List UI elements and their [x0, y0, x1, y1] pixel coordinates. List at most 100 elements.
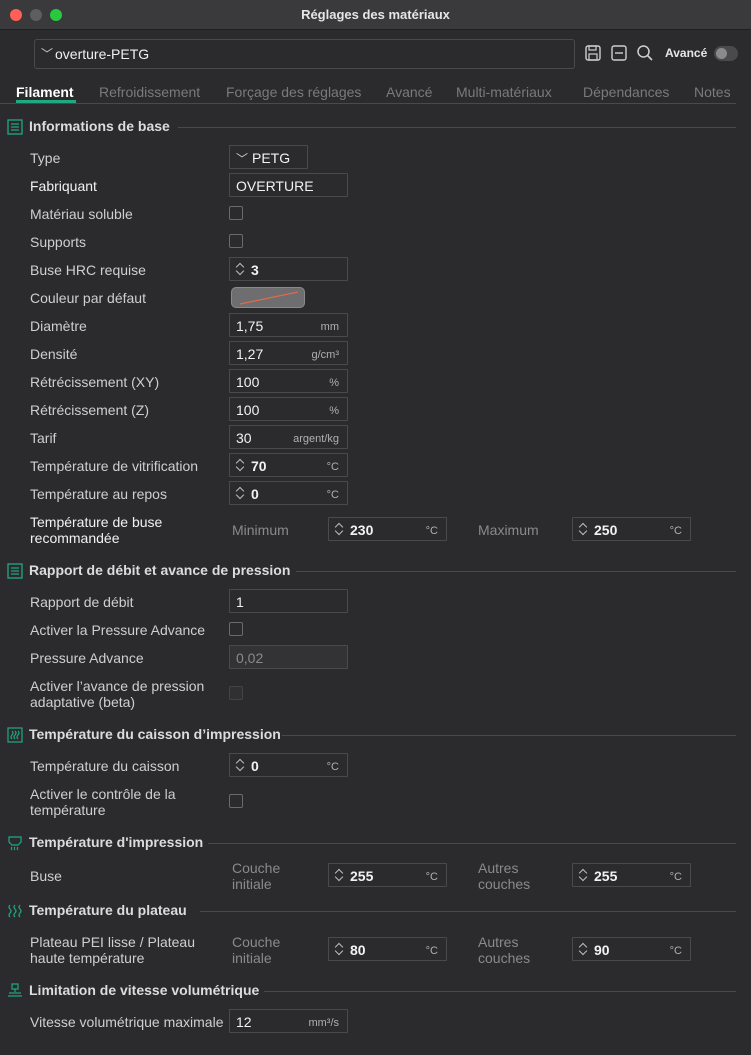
nozzle-min-stepper[interactable]: 230 °C — [328, 517, 447, 541]
cost-unit: argent/kg — [293, 433, 339, 445]
default-color-label: Couleur par défaut — [30, 290, 146, 306]
tab-advanced[interactable]: Avancé — [386, 84, 432, 100]
pa-enable-checkbox[interactable] — [229, 622, 243, 636]
diameter-value: 1,75 — [236, 318, 264, 334]
bed-initial-stepper[interactable]: 80 °C — [328, 937, 447, 961]
stepper-arrows-icon[interactable] — [334, 521, 344, 537]
nozzle-max-value: 250 — [594, 522, 618, 538]
bed-initial-value: 80 — [350, 942, 366, 958]
stepper-arrows-icon[interactable] — [235, 757, 245, 773]
search-icon[interactable] — [636, 44, 654, 62]
print-other-value: 255 — [594, 868, 618, 884]
section-divider — [264, 991, 736, 992]
glass-temp-stepper[interactable]: 70 °C — [229, 453, 348, 477]
section-volumetric: Limitation de vitesse volumétrique — [0, 981, 736, 1001]
type-value: PETG — [252, 150, 291, 166]
tab-notes[interactable]: Notes — [694, 84, 731, 100]
print-other-stepper[interactable]: 255 °C — [572, 863, 691, 887]
supports-checkbox[interactable] — [229, 234, 243, 248]
bed-other-unit: °C — [669, 945, 682, 957]
nozzle-min-unit: °C — [425, 525, 438, 537]
print-initial-unit: °C — [425, 871, 438, 883]
shrink-z-input[interactable]: 100 % — [229, 397, 348, 421]
adaptive-pa-checkbox[interactable] — [229, 686, 243, 700]
density-value: 1,27 — [236, 346, 264, 362]
print-initial-layer-label: Couche initiale — [232, 860, 281, 892]
cost-value: 30 — [236, 430, 252, 446]
stepper-arrows-icon[interactable] — [334, 941, 344, 957]
section-title: Rapport de débit et avance de pression — [29, 562, 291, 578]
nozzle-recommended-label: Température de buse recommandée — [30, 514, 163, 546]
pa-enable-label: Activer la Pressure Advance — [30, 622, 206, 638]
tab-dependencies[interactable]: Dépendances — [583, 84, 669, 100]
color-swatch-icon — [239, 291, 299, 305]
max-volumetric-unit: mm³/s — [308, 1017, 339, 1029]
stepper-arrows-icon[interactable] — [235, 485, 245, 501]
min-label: Minimum — [232, 522, 289, 538]
plate-type-label: Plateau PEI lisse / Plateau haute tempér… — [30, 934, 195, 966]
stepper-arrows-icon[interactable] — [578, 521, 588, 537]
chamber-temp-unit: °C — [326, 761, 339, 773]
chamber-temp-value: 0 — [251, 758, 259, 774]
default-color-button[interactable] — [231, 287, 305, 308]
window-titlebar: Réglages des matériaux — [0, 0, 751, 30]
chamber-temp-stepper[interactable]: 0 °C — [229, 753, 348, 777]
density-unit: g/cm³ — [311, 349, 340, 361]
section-title: Température du plateau — [29, 902, 187, 918]
nozzle-min-value: 230 — [350, 522, 374, 538]
section-print-temp: Température d'impression — [0, 833, 736, 853]
shrink-z-unit: % — [329, 405, 339, 417]
print-initial-stepper[interactable]: 255 °C — [328, 863, 447, 887]
hrc-stepper[interactable]: 3 — [229, 257, 348, 281]
diameter-label: Diamètre — [30, 318, 87, 334]
bed-other-layers-label: Autres couches — [478, 934, 531, 966]
tab-filament[interactable]: Filament — [16, 84, 74, 100]
max-volumetric-input[interactable]: 12 mm³/s — [229, 1009, 348, 1033]
advanced-mode-toggle[interactable] — [714, 46, 738, 61]
chamber-control-checkbox[interactable] — [229, 794, 243, 808]
density-label: Densité — [30, 346, 78, 362]
soluble-checkbox[interactable] — [229, 206, 243, 220]
rest-temp-unit: °C — [326, 489, 339, 501]
nozzle-max-stepper[interactable]: 250 °C — [572, 517, 691, 541]
pa-input[interactable]: 0,02 — [229, 645, 348, 669]
glass-temp-unit: °C — [326, 461, 339, 473]
preset-dropdown[interactable]: ﹀ overture-PETG — [34, 39, 575, 69]
stepper-arrows-icon[interactable] — [235, 457, 245, 473]
type-label: Type — [30, 150, 61, 166]
shrink-xy-input[interactable]: 100 % — [229, 369, 348, 393]
rest-temp-stepper[interactable]: 0 °C — [229, 481, 348, 505]
print-other-unit: °C — [669, 871, 682, 883]
save-icon[interactable] — [584, 44, 602, 62]
bed-initial-unit: °C — [425, 945, 438, 957]
tab-setting-overrides[interactable]: Forçage des réglages — [226, 84, 361, 100]
section-divider — [200, 911, 736, 912]
shrink-z-value: 100 — [236, 402, 260, 418]
stepper-arrows-icon[interactable] — [334, 867, 344, 883]
flow-ratio-input[interactable]: 1 — [229, 589, 348, 613]
stepper-arrows-icon[interactable] — [235, 261, 245, 277]
print-initial-value: 255 — [350, 868, 374, 884]
section-divider — [208, 843, 736, 844]
stepper-arrows-icon[interactable] — [578, 941, 588, 957]
cost-input[interactable]: 30 argent/kg — [229, 425, 348, 449]
shrink-xy-value: 100 — [236, 374, 260, 390]
vendor-input[interactable]: OVERTURE — [229, 173, 348, 197]
volumetric-speed-icon — [8, 983, 22, 997]
hrc-value: 3 — [251, 262, 259, 278]
delete-preset-icon[interactable] — [610, 44, 628, 62]
preset-value: overture-PETG — [55, 46, 150, 62]
adaptive-pa-label: Activer l’avance de pression adaptative … — [30, 678, 205, 710]
chevron-down-icon: ﹀ — [236, 152, 249, 166]
bed-heat-icon — [8, 904, 22, 918]
section-title: Température d'impression — [29, 834, 204, 850]
stepper-arrows-icon[interactable] — [578, 867, 588, 883]
diameter-input[interactable]: 1,75 mm — [229, 313, 348, 337]
type-dropdown[interactable]: ﹀ PETG — [229, 145, 308, 169]
tab-cooling[interactable]: Refroidissement — [99, 84, 200, 100]
section-chamber: Température du caisson d’impression — [0, 725, 736, 745]
bed-other-stepper[interactable]: 90 °C — [572, 937, 691, 961]
density-input[interactable]: 1,27 g/cm³ — [229, 341, 348, 365]
tab-multimaterial[interactable]: Multi-matériaux — [456, 84, 552, 100]
nozzle-label: Buse — [30, 868, 62, 884]
